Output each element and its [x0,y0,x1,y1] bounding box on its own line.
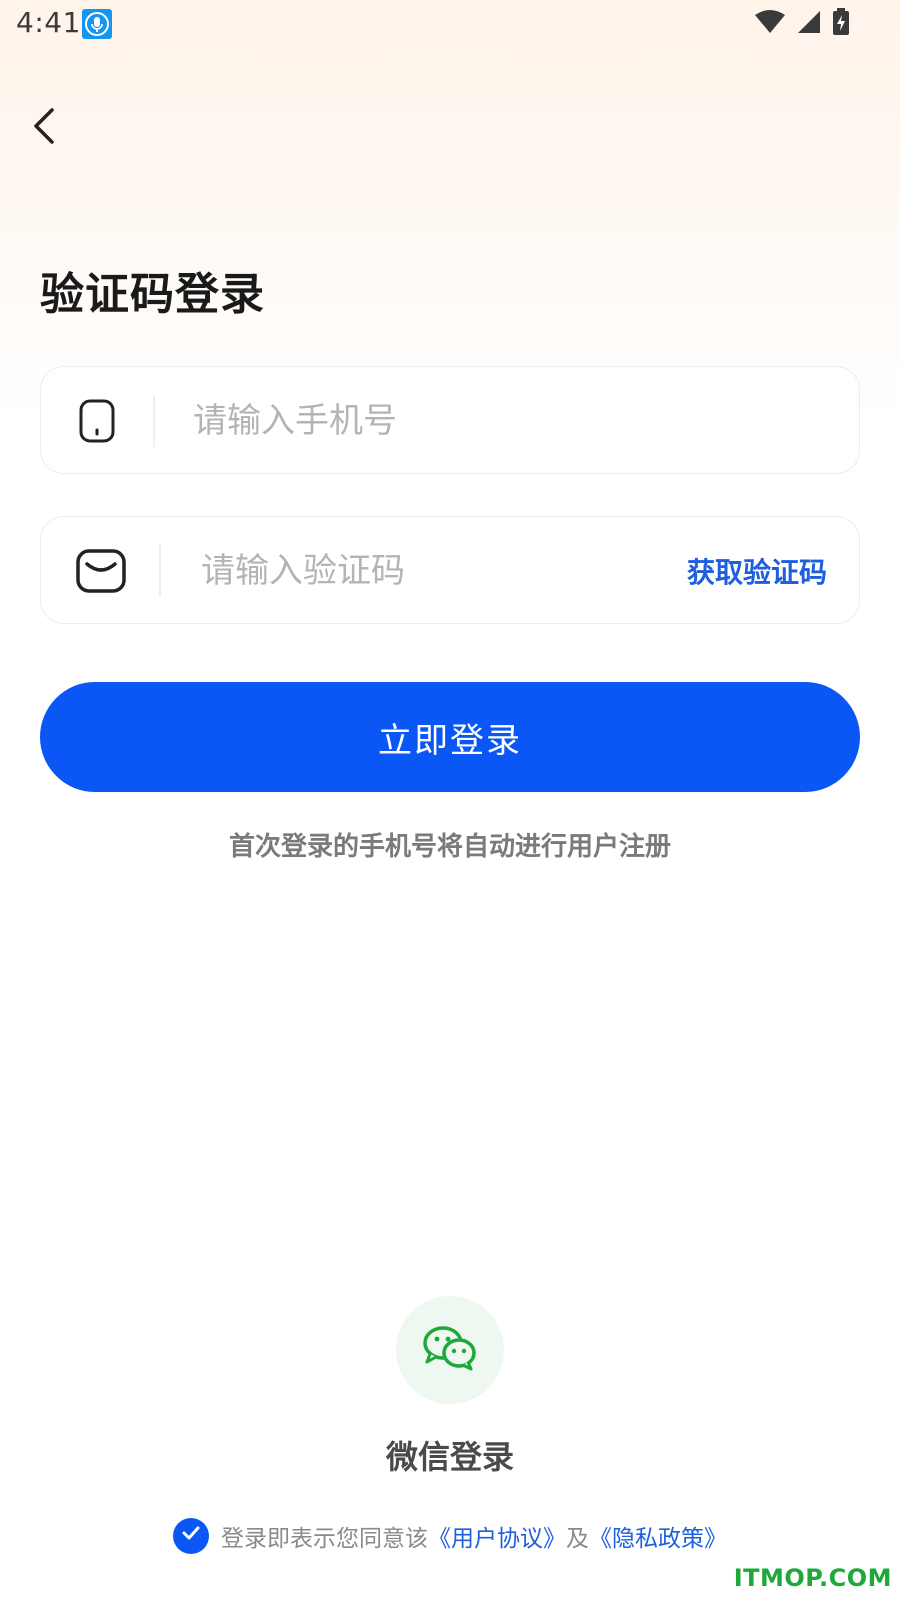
mail-icon [75,547,127,595]
privacy-policy-link[interactable]: 《隐私政策》 [589,1519,727,1553]
status-time: 4:41 [16,6,81,39]
field-divider [153,395,155,447]
chevron-left-icon [30,106,58,150]
back-button[interactable] [22,104,66,152]
login-button[interactable]: 立即登录 [40,682,860,792]
agreement-prefix: 登录即表示您同意该 [221,1526,428,1552]
status-bar: 4:41 [0,0,900,48]
battery-charging-icon [832,8,850,40]
wechat-icon [422,1324,478,1376]
microphone-icon [82,9,112,39]
wifi-icon [754,9,786,39]
check-icon [180,1522,202,1550]
agreement-row: 登录即表示您同意该 《用户协议》 及 《隐私政策》 [0,1518,900,1554]
verification-code-input[interactable] [201,537,641,605]
cellular-signal-icon [796,9,822,39]
user-agreement-link[interactable]: 《用户协议》 [428,1519,566,1553]
phone-field [40,366,860,474]
phone-input[interactable] [193,387,813,455]
agreement-checkbox[interactable] [173,1518,209,1554]
watermark: ITMOP.COM [733,1564,892,1592]
status-icons [754,8,850,40]
auto-register-hint: 首次登录的手机号将自动进行用户注册 [228,832,671,862]
field-divider [159,545,161,597]
agreement-conjunction: 及 [566,1526,589,1552]
page-title: 验证码登录 [40,269,265,320]
get-code-button[interactable]: 获取验证码 [687,551,827,591]
wechat-login-button[interactable] [396,1296,504,1404]
verification-code-field: 获取验证码 [40,516,860,624]
phone-icon [71,397,123,445]
wechat-login-label[interactable]: 微信登录 [0,1432,900,1478]
